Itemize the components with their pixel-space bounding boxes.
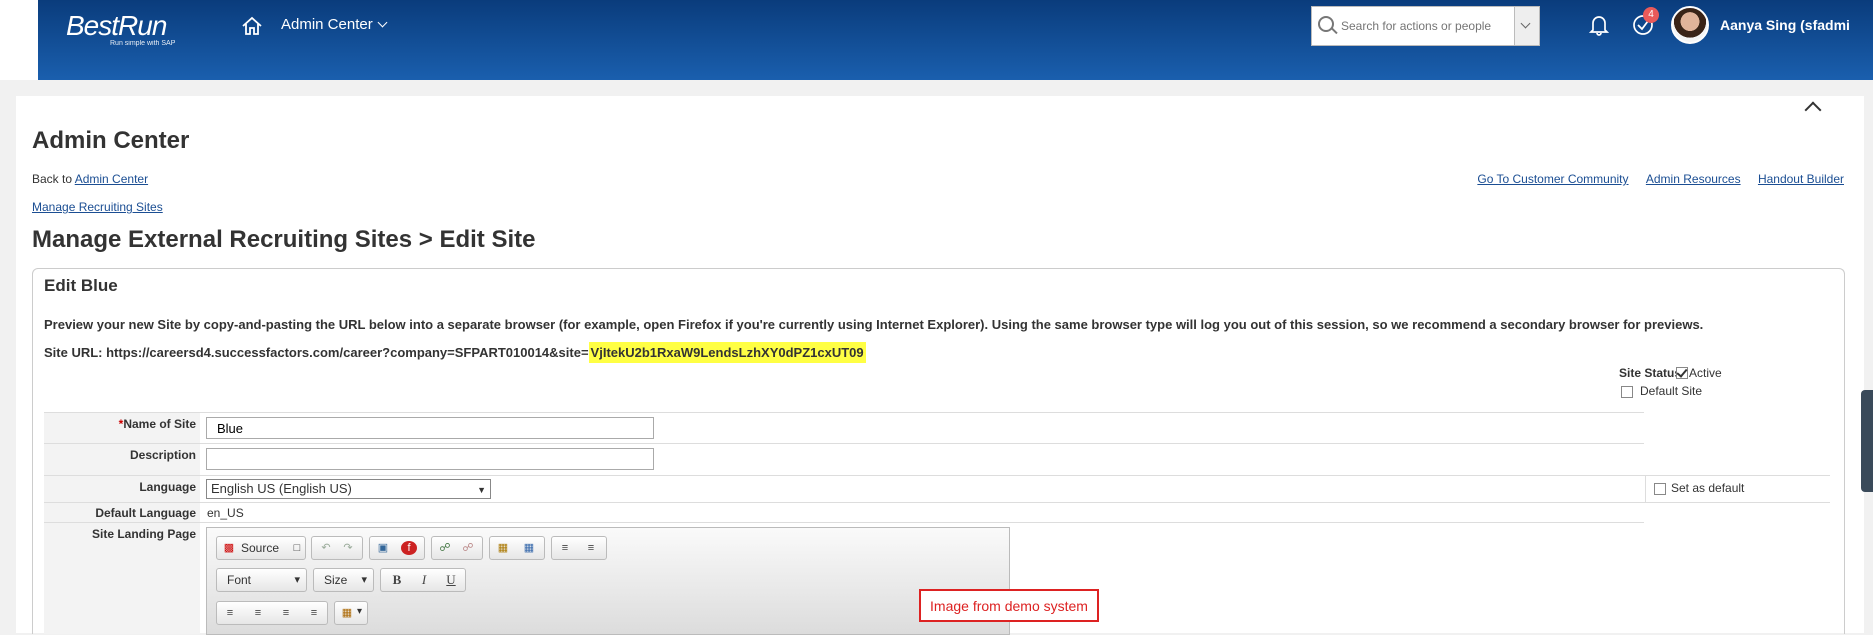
form-icon[interactable]: ▦: [521, 541, 537, 555]
active-option: Active: [1676, 366, 1722, 380]
handout-builder-link[interactable]: Handout Builder: [1758, 172, 1844, 186]
align-right-icon[interactable]: ≡: [278, 606, 294, 620]
default-language-row: Default Language: [44, 502, 1644, 523]
name-label-text: Name of Site: [123, 417, 196, 431]
demo-watermark: Image from demo system: [919, 589, 1099, 622]
template-icon[interactable]: ▦: [495, 541, 511, 555]
italic-button[interactable]: I: [416, 573, 432, 587]
search-icon: [1318, 16, 1334, 32]
user-name[interactable]: Aanya Sing (sfadmi: [1720, 17, 1850, 33]
source-button[interactable]: Source: [241, 541, 279, 555]
section-title: Manage External Recruiting Sites > Edit …: [32, 226, 536, 253]
landing-page-label: Site Landing Page: [44, 523, 200, 634]
language-select[interactable]: English US (English US): [206, 479, 491, 499]
align-group: ≡ ≡ ≡ ≡: [216, 601, 328, 625]
list-group: ≡ ≡: [551, 536, 607, 560]
admin-center-link[interactable]: Admin Center: [75, 172, 148, 186]
top-links: Go To Customer Community Admin Resources…: [1463, 172, 1844, 186]
default-language-value: en_US: [207, 506, 244, 520]
format-group: B I U: [380, 568, 466, 592]
description-label: Description: [44, 444, 200, 476]
manage-recruiting-sites-link[interactable]: Manage Recruiting Sites: [32, 200, 163, 214]
name-label: *Name of Site: [44, 413, 200, 444]
preview-instructions: Preview your new Site by copy-and-pastin…: [44, 317, 1704, 332]
divider: [1644, 475, 1830, 476]
page-title: Admin Center: [32, 127, 190, 154]
set-default-label: Set as default: [1671, 481, 1745, 495]
breadcrumb: Back to Admin Center: [32, 172, 148, 186]
site-status-label: Site Status: [1619, 366, 1682, 380]
site-name-input[interactable]: [206, 417, 654, 439]
description-input[interactable]: [206, 448, 654, 470]
logo-tagline: Run simple with SAP: [110, 40, 176, 47]
undo-icon[interactable]: ↶: [318, 541, 334, 555]
divider: [1645, 475, 1646, 502]
table-icon[interactable]: ▦: [339, 606, 355, 620]
rich-text-editor[interactable]: ▩ Source □ ↶ ↷ ▣ f ☍ ☍ ▦ ▦ ≡ ≡ Font Size…: [206, 527, 1010, 635]
image-icon[interactable]: ▣: [375, 541, 391, 555]
home-icon[interactable]: [241, 16, 263, 36]
default-site-checkbox[interactable]: [1621, 385, 1633, 398]
unlink-icon[interactable]: ☍: [460, 541, 476, 555]
template-group: ▦ ▦: [489, 536, 545, 560]
company-logo[interactable]: BestRun Run simple with SAP: [66, 10, 175, 47]
edit-site-title: Edit Blue: [44, 276, 118, 295]
default-site-option: Default Site: [1621, 384, 1702, 398]
chevron-down-icon[interactable]: ▾: [357, 606, 362, 617]
bell-icon[interactable]: [1589, 14, 1609, 36]
avatar[interactable]: [1671, 6, 1709, 44]
language-label: Language: [44, 476, 200, 503]
site-url-token: VjItekU2b1RxaW9LendsLzhXY0dPZ1cxUT09: [588, 342, 866, 363]
logo-text: BestRun: [66, 10, 167, 41]
chevron-down-icon: [377, 17, 388, 28]
source-group: ▩ Source □: [216, 536, 306, 560]
back-prefix: Back to: [32, 172, 73, 186]
search-dropdown-button[interactable]: [1514, 7, 1539, 45]
insert-group: ▣ f: [369, 536, 425, 560]
admin-resources-link[interactable]: Admin Resources: [1646, 172, 1741, 186]
flash-icon[interactable]: f: [401, 541, 417, 555]
customer-community-link[interactable]: Go To Customer Community: [1477, 172, 1628, 186]
bold-button[interactable]: B: [389, 573, 405, 587]
underline-button[interactable]: U: [443, 573, 459, 587]
justify-icon[interactable]: ≡: [306, 606, 322, 620]
side-panel-tab[interactable]: [1861, 390, 1873, 492]
divider: [1644, 502, 1830, 503]
set-default-checkbox[interactable]: [1654, 482, 1666, 495]
search-box[interactable]: [1311, 6, 1540, 46]
active-label: Active: [1689, 366, 1722, 380]
default-site-label: Default Site: [1640, 384, 1703, 398]
link-icon[interactable]: ☍: [437, 541, 453, 555]
bulleted-list-icon[interactable]: ≡: [583, 541, 599, 555]
align-left-icon[interactable]: ≡: [222, 606, 238, 620]
align-center-icon[interactable]: ≡: [250, 606, 266, 620]
site-url: Site URL: https://careersd4.successfacto…: [44, 342, 866, 363]
preview-icon[interactable]: □: [289, 541, 305, 555]
undo-group: ↶ ↷: [311, 536, 363, 560]
admin-center-menu-label: Admin Center: [281, 16, 373, 33]
admin-center-menu[interactable]: Admin Center: [281, 16, 388, 33]
search-input[interactable]: [1339, 15, 1515, 37]
redo-icon[interactable]: ↷: [340, 541, 356, 555]
size-select[interactable]: Size: [313, 568, 374, 592]
site-url-label: Site URL: https://careersd4.successfacto…: [44, 345, 589, 360]
table-group: ▦ ▾: [334, 601, 368, 625]
source-icon[interactable]: ▩: [221, 541, 237, 555]
link-group: ☍ ☍: [431, 536, 483, 560]
default-language-label: Default Language: [44, 503, 200, 523]
set-default-option: Set as default: [1654, 481, 1744, 495]
numbered-list-icon[interactable]: ≡: [557, 541, 573, 555]
active-checkbox[interactable]: [1676, 367, 1688, 379]
top-navigation-bar: BestRun Run simple with SAP Admin Center: [38, 0, 1873, 80]
notification-badge: 4: [1643, 7, 1659, 23]
font-select[interactable]: Font: [216, 568, 307, 592]
